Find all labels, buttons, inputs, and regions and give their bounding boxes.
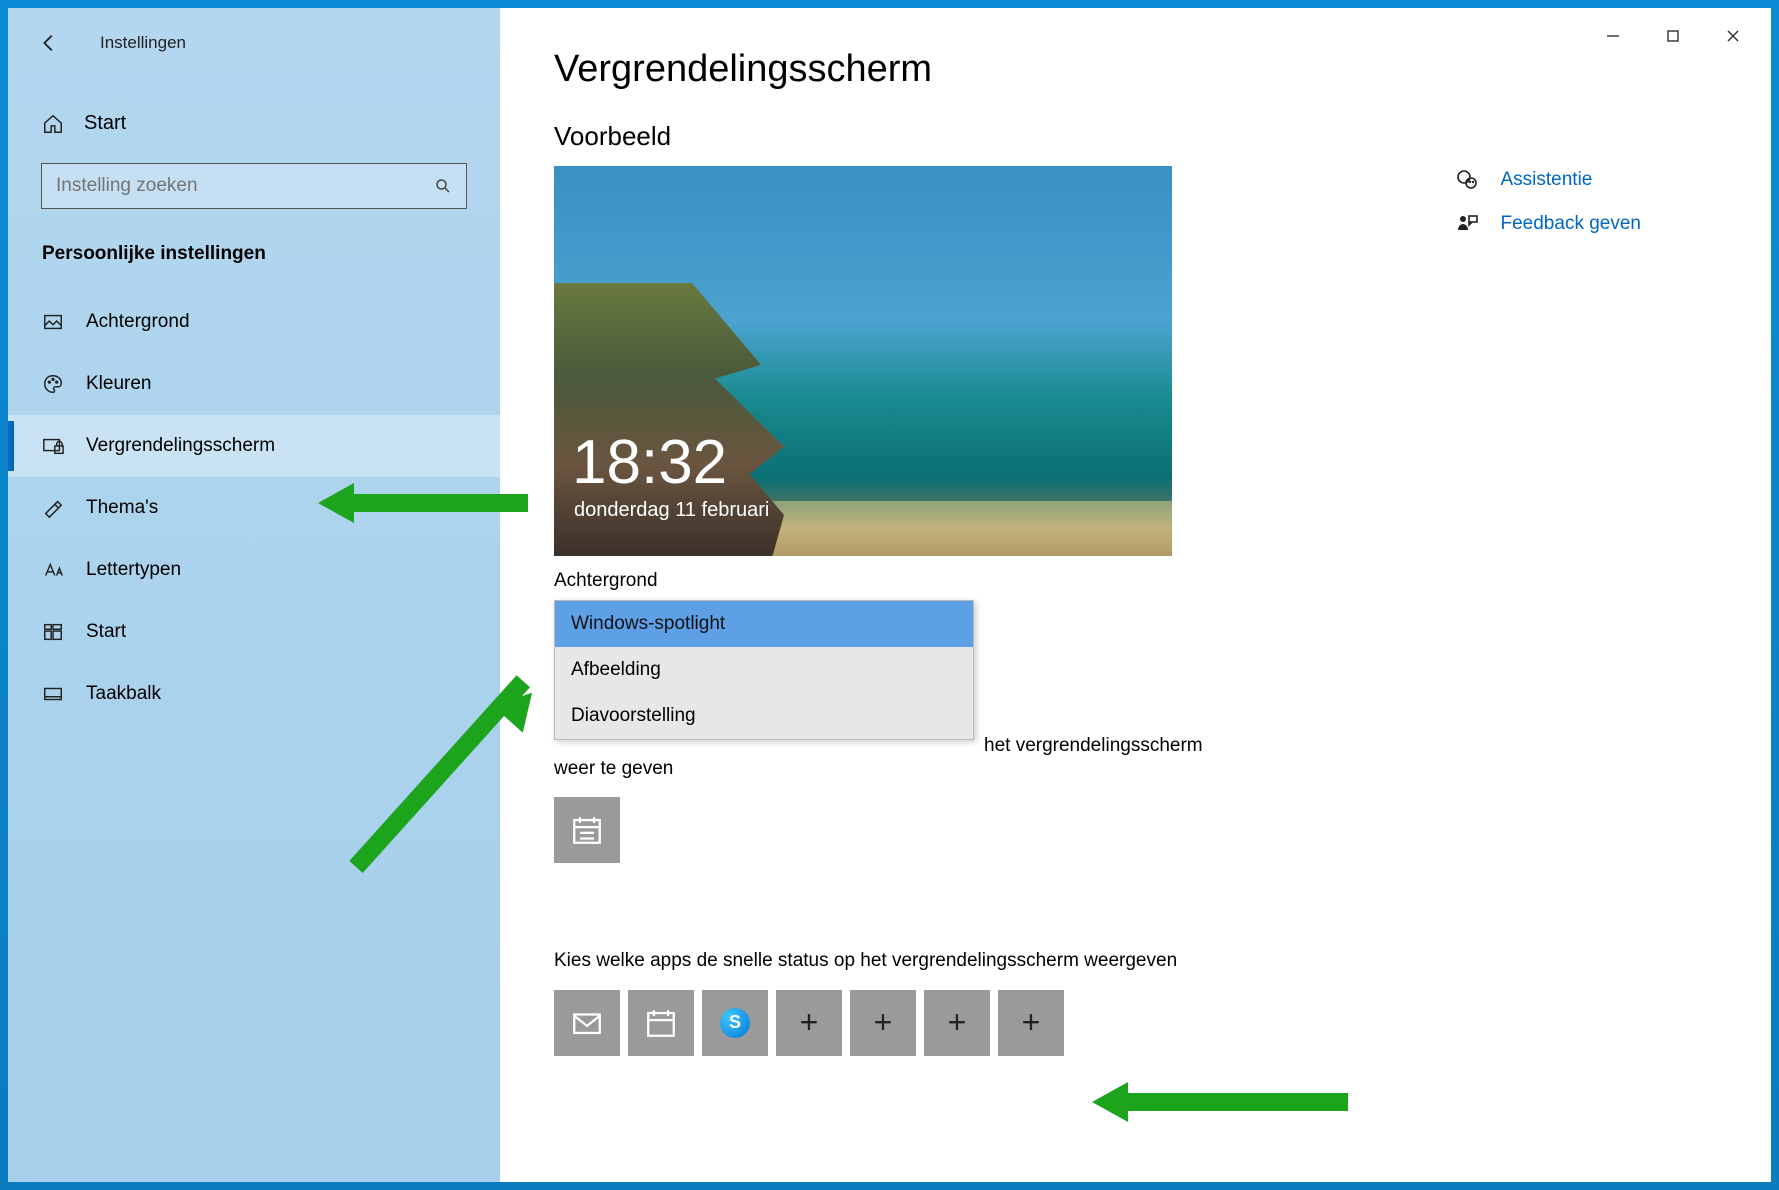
background-label: Achtergrond [554, 570, 1717, 592]
sidebar-item-kleuren[interactable]: Kleuren [8, 353, 500, 415]
sidebar-header: Instellingen [8, 8, 500, 66]
assist-link[interactable]: Assistentie [1455, 168, 1642, 192]
dropdown-option-afbeelding[interactable]: Afbeelding [555, 647, 973, 693]
tile-calendar-detailed[interactable] [554, 797, 620, 863]
plus-icon: + [874, 1004, 893, 1041]
quick-status-tiles: S + + + + [554, 990, 1717, 1056]
nav-label: Kleuren [86, 373, 152, 395]
plus-icon: + [1022, 1004, 1041, 1041]
settings-window: Instellingen Start Persoonlijke instelli… [8, 8, 1771, 1182]
preview-title: Voorbeeld [554, 121, 1717, 152]
assist-icon [1455, 168, 1479, 192]
sidebar-item-start[interactable]: Start [8, 601, 500, 663]
sidebar-item-achtergrond[interactable]: Achtergrond [8, 291, 500, 353]
tile-add-2[interactable]: + [850, 990, 916, 1056]
maximize-button[interactable] [1643, 16, 1703, 56]
fonts-icon [42, 559, 64, 581]
page-title: Vergrendelingsscherm [554, 48, 1717, 91]
nav-label: Start [86, 621, 126, 643]
tile-mail[interactable] [554, 990, 620, 1056]
plus-icon: + [948, 1004, 967, 1041]
feedback-link[interactable]: Feedback geven [1455, 212, 1642, 236]
nav-label: Achtergrond [86, 311, 190, 333]
preview-time: 18:32 [572, 427, 727, 498]
search-icon [434, 177, 452, 195]
lock-screen-preview: 18:32 donderdag 11 februari [554, 166, 1172, 556]
home-icon [42, 113, 64, 135]
sidebar: Instellingen Start Persoonlijke instelli… [8, 8, 500, 1182]
search-box[interactable] [41, 163, 467, 209]
right-links: Assistentie Feedback geven [1455, 168, 1642, 236]
themes-icon [42, 497, 64, 519]
skype-icon: S [720, 1008, 750, 1038]
assist-label: Assistentie [1501, 169, 1593, 191]
tile-add-1[interactable]: + [776, 990, 842, 1056]
tile-add-3[interactable]: + [924, 990, 990, 1056]
home-button[interactable]: Start [8, 96, 500, 151]
dropdown-option-diavoorstelling[interactable]: Diavoorstelling [555, 693, 973, 739]
nav-label: Lettertypen [86, 559, 181, 581]
detailed-status-tiles [554, 797, 1717, 863]
annotation-arrow-1-head [318, 483, 354, 523]
search-input[interactable] [56, 175, 434, 197]
home-label: Start [84, 112, 126, 135]
preview-date: donderdag 11 februari [574, 499, 769, 522]
minimize-button[interactable] [1583, 16, 1643, 56]
dropdown-option-spotlight[interactable]: Windows-spotlight [555, 601, 973, 647]
tile-add-4[interactable]: + [998, 990, 1064, 1056]
feedback-label: Feedback geven [1501, 213, 1642, 235]
sidebar-item-lettertypen[interactable]: Lettertypen [8, 539, 500, 601]
back-icon[interactable] [38, 32, 60, 54]
sidebar-item-taakbalk[interactable]: Taakbalk [8, 663, 500, 725]
background-dropdown[interactable]: Windows-spotlight Afbeelding Diavoorstel… [554, 600, 974, 740]
tile-calendar[interactable] [628, 990, 694, 1056]
start-icon [42, 621, 64, 643]
feedback-icon [1455, 212, 1479, 236]
annotation-arrow-3 [1128, 1093, 1348, 1111]
annotation-arrow-3-head [1092, 1082, 1128, 1122]
window-controls [1583, 16, 1763, 56]
section-label: Persoonlijke instellingen [8, 209, 500, 275]
sidebar-item-vergrendelingsscherm[interactable]: Vergrendelingsscherm [8, 415, 500, 477]
app-title: Instellingen [100, 33, 186, 53]
nav-label: Taakbalk [86, 683, 161, 705]
tile-skype[interactable]: S [702, 990, 768, 1056]
main-content: Vergrendelingsscherm Voorbeeld 18:32 don… [500, 8, 1771, 1182]
nav-label: Vergrendelingsscherm [86, 435, 275, 457]
lock-screen-icon [42, 435, 64, 457]
quick-status-label: Kies welke apps de snelle status op het … [554, 941, 1214, 976]
plus-icon: + [800, 1004, 819, 1041]
nav-label: Thema's [86, 497, 158, 519]
palette-icon [42, 373, 64, 395]
annotation-arrow-1 [338, 494, 528, 512]
close-button[interactable] [1703, 16, 1763, 56]
picture-icon [42, 311, 64, 333]
taskbar-icon [42, 683, 64, 705]
